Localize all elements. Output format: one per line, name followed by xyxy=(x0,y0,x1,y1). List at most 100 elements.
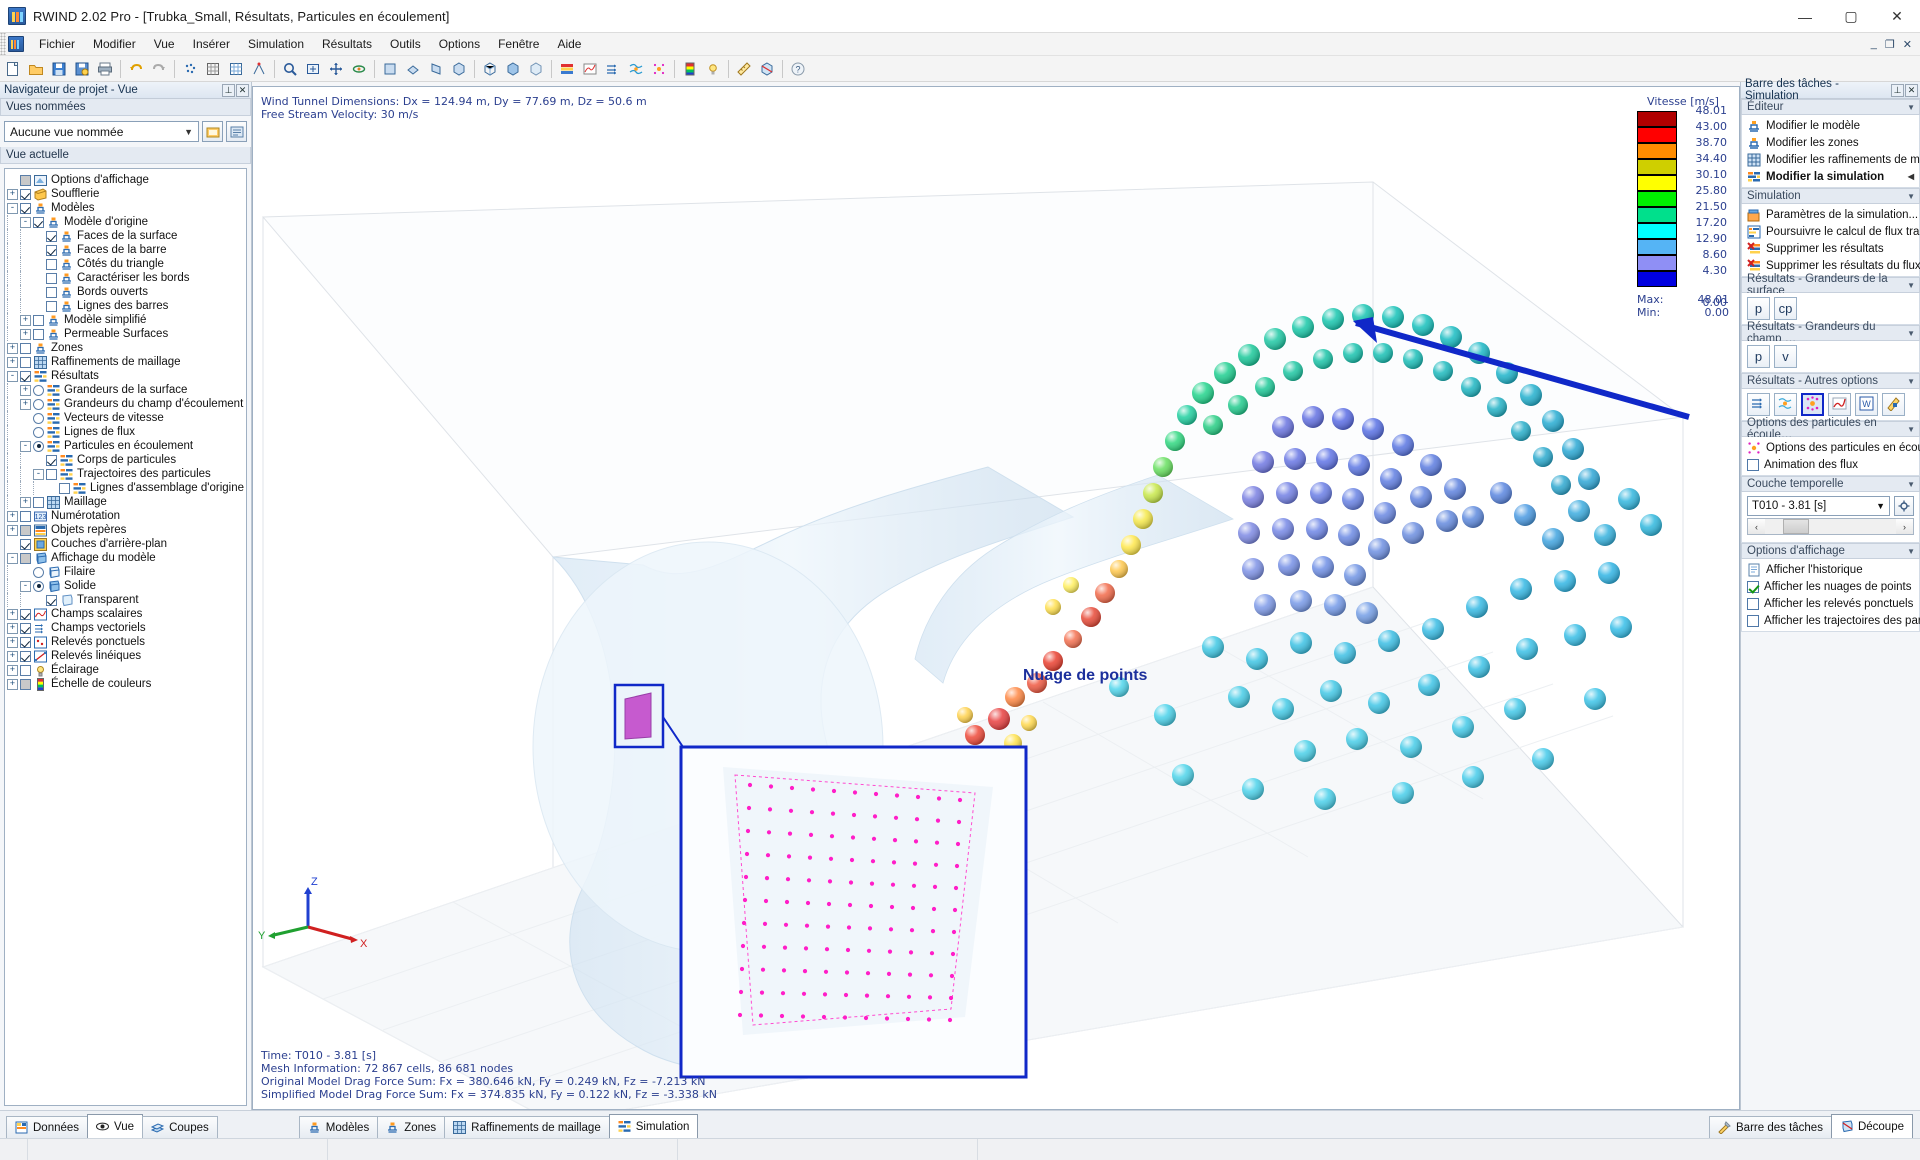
tree-checkbox[interactable] xyxy=(20,203,31,214)
tree-expander[interactable]: + xyxy=(20,385,31,396)
edit-zones-item[interactable]: Modifier les zones xyxy=(1742,134,1919,151)
chart-button[interactable] xyxy=(1828,393,1851,416)
named-view-select[interactable]: Aucune vue nommée ▼ xyxy=(4,121,199,142)
snap-icon[interactable] xyxy=(248,58,270,80)
view-top-icon[interactable] xyxy=(402,58,424,80)
minimize-button[interactable]: — xyxy=(1782,0,1828,33)
tree-expander[interactable]: + xyxy=(7,511,18,522)
velocity-vectors-icon[interactable] xyxy=(602,58,624,80)
delete-results-item[interactable]: Supprimer les résultats xyxy=(1742,240,1919,257)
tree-checkbox[interactable] xyxy=(20,553,31,564)
measure-icon[interactable] xyxy=(733,58,755,80)
redo-icon[interactable] xyxy=(148,58,170,80)
menu-modifier[interactable]: Modifier xyxy=(84,34,145,54)
save-as-icon[interactable] xyxy=(71,58,93,80)
show-particle-paths-item[interactable]: Afficher les trajectoires des parti… xyxy=(1742,612,1919,629)
wireframe-toggle-icon[interactable] xyxy=(479,58,501,80)
show-history-item[interactable]: Afficher l'historique xyxy=(1742,561,1919,578)
tree-item[interactable]: -Solide xyxy=(7,579,244,593)
results-field-icon[interactable] xyxy=(579,58,601,80)
tree-radio[interactable] xyxy=(33,581,44,592)
particle-options-item[interactable]: Options des particules en écoule… xyxy=(1742,439,1919,456)
pan-icon[interactable] xyxy=(325,58,347,80)
field-pressure-button[interactable]: p xyxy=(1747,345,1770,368)
tree-item[interactable]: -Affichage du modèle xyxy=(7,551,244,565)
panel-close-icon[interactable]: ✕ xyxy=(236,84,249,97)
tree-item[interactable]: -Résultats xyxy=(7,369,244,383)
tree-expander[interactable]: + xyxy=(7,357,18,368)
tree-item[interactable]: +Raffinements de maillage xyxy=(7,355,244,369)
tree-item[interactable]: +123Numérotation xyxy=(7,509,244,523)
show-point-clouds-item[interactable]: Afficher les nuages de points xyxy=(1742,578,1919,595)
transparent-toggle-icon[interactable] xyxy=(525,58,547,80)
tree-checkbox[interactable] xyxy=(33,497,44,508)
menu-fichier[interactable]: Fichier xyxy=(30,34,84,54)
tree-item[interactable]: Faces de la barre xyxy=(7,243,244,257)
tree-item[interactable]: Bords ouverts xyxy=(7,285,244,299)
tree-expander[interactable]: + xyxy=(7,623,18,634)
tree-item[interactable]: +Maillage xyxy=(7,495,244,509)
tree-item[interactable]: Faces de la surface xyxy=(7,229,244,243)
streamlines-button[interactable] xyxy=(1774,393,1797,416)
tab-barre-des-t-ches[interactable]: Barre des tâches xyxy=(1709,1116,1832,1138)
cut-plane-icon[interactable] xyxy=(756,58,778,80)
print-icon[interactable] xyxy=(94,58,116,80)
pin-icon[interactable]: ⊥ xyxy=(222,84,235,97)
time-layer-settings-button[interactable] xyxy=(1894,496,1914,516)
time-layer-scrollbar[interactable]: ‹ › xyxy=(1747,518,1914,535)
color-scale-icon[interactable] xyxy=(679,58,701,80)
tree-item[interactable]: +Champs scalaires xyxy=(7,607,244,621)
editor-section-header[interactable]: Éditeur ▼ xyxy=(1741,99,1920,115)
tree-expander[interactable]: + xyxy=(20,497,31,508)
results-surface-icon[interactable] xyxy=(556,58,578,80)
tree-checkbox[interactable] xyxy=(20,539,31,550)
view-iso-icon[interactable] xyxy=(448,58,470,80)
manage-views-button[interactable] xyxy=(226,121,247,142)
view-front-icon[interactable] xyxy=(379,58,401,80)
tab-mod-les[interactable]: Modèles xyxy=(299,1116,378,1138)
tree-expander[interactable]: - xyxy=(20,217,31,228)
tree-radio[interactable] xyxy=(33,567,44,578)
tree-item[interactable]: +Permeable Surfaces xyxy=(7,327,244,341)
tree-item[interactable]: -Modèle d'origine xyxy=(7,215,244,229)
show-particle-paths-checkbox[interactable] xyxy=(1747,615,1759,627)
zoom-window-icon[interactable] xyxy=(279,58,301,80)
simulation-section-header[interactable]: Simulation ▼ xyxy=(1741,188,1920,204)
tree-item[interactable]: -Modèles xyxy=(7,201,244,215)
tree-expander[interactable]: + xyxy=(7,525,18,536)
tree-expander[interactable]: + xyxy=(20,329,31,340)
tree-expander[interactable]: + xyxy=(7,679,18,690)
menu-fenetre[interactable]: Fenêtre xyxy=(489,34,548,54)
tree-checkbox[interactable] xyxy=(46,245,57,256)
tree-item[interactable]: +Soufflerie xyxy=(7,187,244,201)
time-layer-prev-button[interactable]: ‹ xyxy=(1748,519,1765,534)
edit-model-item[interactable]: Modifier le modèle xyxy=(1742,117,1919,134)
tree-checkbox[interactable] xyxy=(20,357,31,368)
tree-checkbox[interactable] xyxy=(33,217,44,228)
tree-checkbox[interactable] xyxy=(33,329,44,340)
tree-checkbox[interactable] xyxy=(46,273,57,284)
tree-item[interactable]: Caractériser les bords xyxy=(7,271,244,285)
tree-checkbox[interactable] xyxy=(46,595,57,606)
time-layer-thumb[interactable] xyxy=(1783,519,1809,534)
tree-item[interactable]: +Zones xyxy=(7,341,244,355)
tree-item[interactable]: Lignes d'assemblage d'origine xyxy=(7,481,244,495)
tree-expander[interactable]: - xyxy=(7,203,18,214)
help-toolbar-icon[interactable]: ? xyxy=(787,58,809,80)
field-quantities-header[interactable]: Résultats - Grandeurs du champ … ▼ xyxy=(1741,325,1920,341)
tree-item[interactable]: -Particules en écoulement xyxy=(7,439,244,453)
taskbar-pin-icon[interactable]: ⊥ xyxy=(1891,84,1904,97)
velocity-vectors-button[interactable] xyxy=(1747,393,1770,416)
delete-transient-results-item[interactable]: Supprimer les résultats du flux tr… xyxy=(1742,257,1919,274)
menu-simulation[interactable]: Simulation xyxy=(239,34,313,54)
pressure-button[interactable]: p xyxy=(1747,297,1770,320)
field-velocity-button[interactable]: v xyxy=(1774,345,1797,368)
menu-resultats[interactable]: Résultats xyxy=(313,34,381,54)
tree-item[interactable]: Lignes des barres xyxy=(7,299,244,313)
tree-checkbox[interactable] xyxy=(46,455,57,466)
tree-checkbox[interactable] xyxy=(20,637,31,648)
tree-expander[interactable]: - xyxy=(20,581,31,592)
tree-checkbox[interactable] xyxy=(46,231,57,242)
tree-checkbox[interactable] xyxy=(20,525,31,536)
grid-icon[interactable] xyxy=(225,58,247,80)
